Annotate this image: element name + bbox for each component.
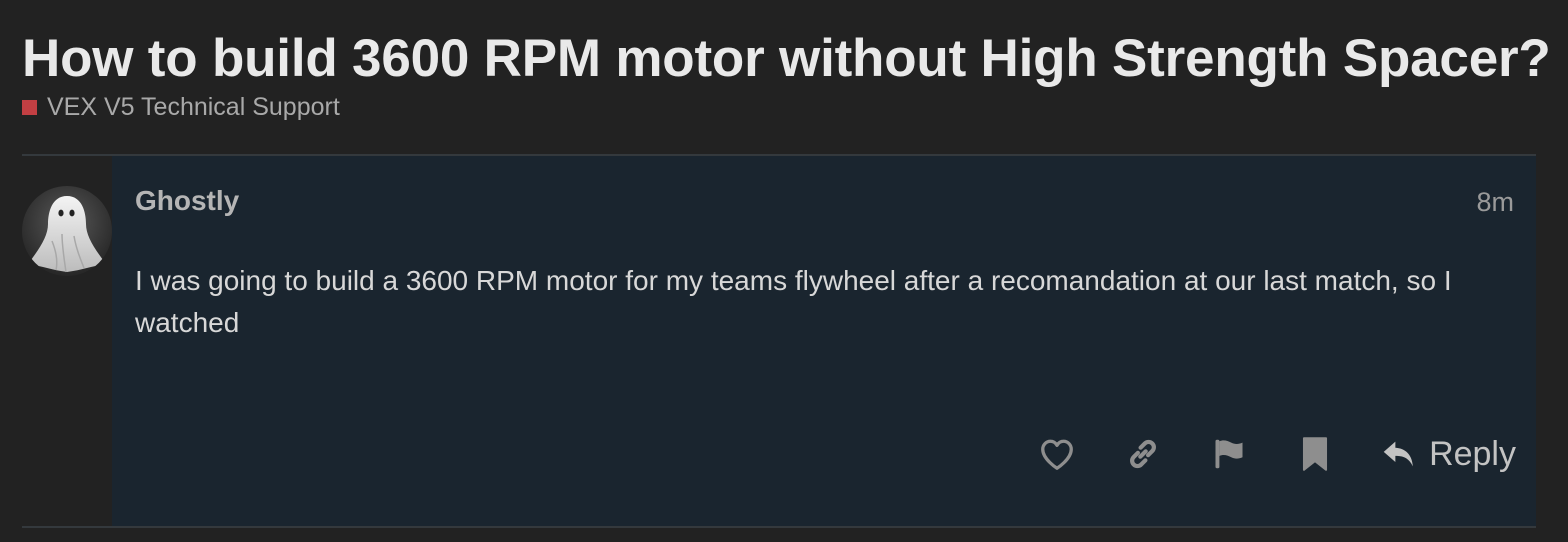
link-icon (1130, 439, 1157, 469)
post-divider-bottom (22, 526, 1536, 528)
bookmark-icon (1303, 437, 1328, 471)
post-actions: Reply (1037, 430, 1516, 478)
post-content: I was going to build a 3600 RPM motor fo… (135, 265, 1452, 338)
category-badge[interactable]: VEX V5 Technical Support (22, 92, 340, 122)
flag-button[interactable] (1209, 434, 1249, 474)
topic-title[interactable]: How to build 3600 RPM motor without High… (22, 28, 1551, 90)
topic-page: How to build 3600 RPM motor without High… (0, 0, 1568, 542)
user-avatar[interactable] (22, 186, 112, 276)
copy-link-button[interactable] (1123, 434, 1163, 474)
heart-icon (1041, 439, 1073, 470)
category-color-swatch (22, 99, 37, 115)
reply-button[interactable]: Reply (1381, 435, 1516, 474)
ghost-avatar-icon (22, 186, 112, 276)
post-date[interactable]: 8m (1476, 187, 1514, 218)
reply-label: Reply (1429, 434, 1516, 473)
bookmark-button[interactable] (1295, 434, 1335, 474)
post-username[interactable]: Ghostly (135, 185, 239, 217)
category-label: VEX V5 Technical Support (47, 92, 340, 121)
reply-arrow-icon (1383, 441, 1413, 467)
like-button[interactable] (1037, 434, 1077, 474)
flag-icon (1215, 439, 1243, 469)
